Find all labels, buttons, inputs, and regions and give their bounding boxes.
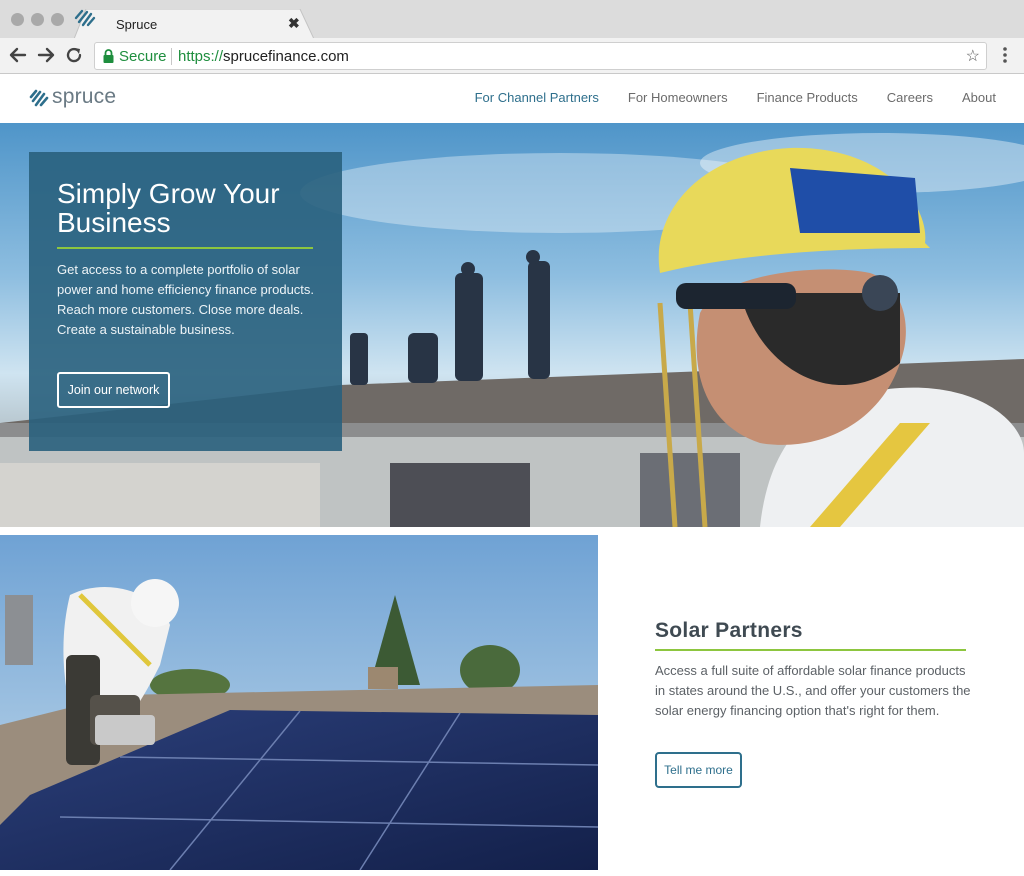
forward-arrow-icon[interactable]	[36, 45, 56, 65]
window-maximize-dot[interactable]	[51, 13, 64, 26]
main-nav: For Channel Partners For Homeowners Fina…	[446, 90, 996, 105]
window-close-dot[interactable]	[11, 13, 24, 26]
site-header: spruce For Channel Partners For Homeowne…	[0, 74, 1024, 123]
tab-title: Spruce	[116, 17, 158, 32]
nav-careers[interactable]: Careers	[887, 90, 933, 105]
spruce-favicon-icon	[74, 9, 96, 27]
nav-channel-partners[interactable]: For Channel Partners	[475, 90, 599, 105]
address-bar[interactable]: Secure https://sprucefinance.com ☆	[94, 42, 987, 70]
nav-homeowners[interactable]: For Homeowners	[628, 90, 728, 105]
browser-toolbar: Secure https://sprucefinance.com ☆	[0, 38, 1024, 74]
address-separator	[171, 48, 172, 65]
join-our-network-button[interactable]: Join our network	[57, 372, 170, 408]
solar-installer-image	[0, 535, 598, 870]
hero-title-underline	[57, 247, 313, 249]
nav-about[interactable]: About	[962, 90, 996, 105]
hero-description: Get access to a complete portfolio of so…	[57, 262, 315, 337]
solar-partners-underline	[655, 649, 966, 651]
secure-label: Secure	[119, 48, 167, 65]
logo-text: spruce	[52, 85, 117, 108]
tab-shape	[74, 9, 314, 39]
solar-partners-title: Solar Partners	[655, 619, 803, 642]
hero-banner: Simply Grow Your Business Get access to …	[0, 123, 1024, 527]
reload-icon[interactable]	[64, 45, 84, 65]
url-text[interactable]: https://sprucefinance.com	[178, 48, 349, 65]
back-arrow-icon[interactable]	[8, 45, 28, 65]
spruce-logo[interactable]: spruce	[29, 85, 149, 112]
browser-tab[interactable]: Spruce ✖	[74, 9, 314, 39]
tab-close-icon[interactable]: ✖	[288, 15, 300, 32]
hero-title: Simply Grow Your Business	[57, 178, 280, 238]
bookmark-star-icon[interactable]: ☆	[966, 46, 980, 66]
url-scheme: https://	[178, 48, 224, 65]
browser-titlebar: Spruce ✖	[0, 0, 1024, 39]
lock-icon	[103, 49, 114, 63]
spruce-logo-mark-icon	[29, 89, 49, 107]
solar-panels-photo	[0, 535, 598, 870]
window-minimize-dot[interactable]	[31, 13, 44, 26]
hero-card: Simply Grow Your Business Get access to …	[29, 152, 342, 451]
solar-partners-section: Solar Partners Access a full suite of af…	[598, 535, 1024, 876]
url-host: sprucefinance.com	[223, 48, 349, 65]
tell-me-more-button[interactable]: Tell me more	[655, 752, 742, 788]
nav-finance-products[interactable]: Finance Products	[757, 90, 858, 105]
solar-partners-description: Access a full suite of affordable solar …	[655, 663, 971, 718]
browser-menu-icon[interactable]	[998, 45, 1012, 65]
